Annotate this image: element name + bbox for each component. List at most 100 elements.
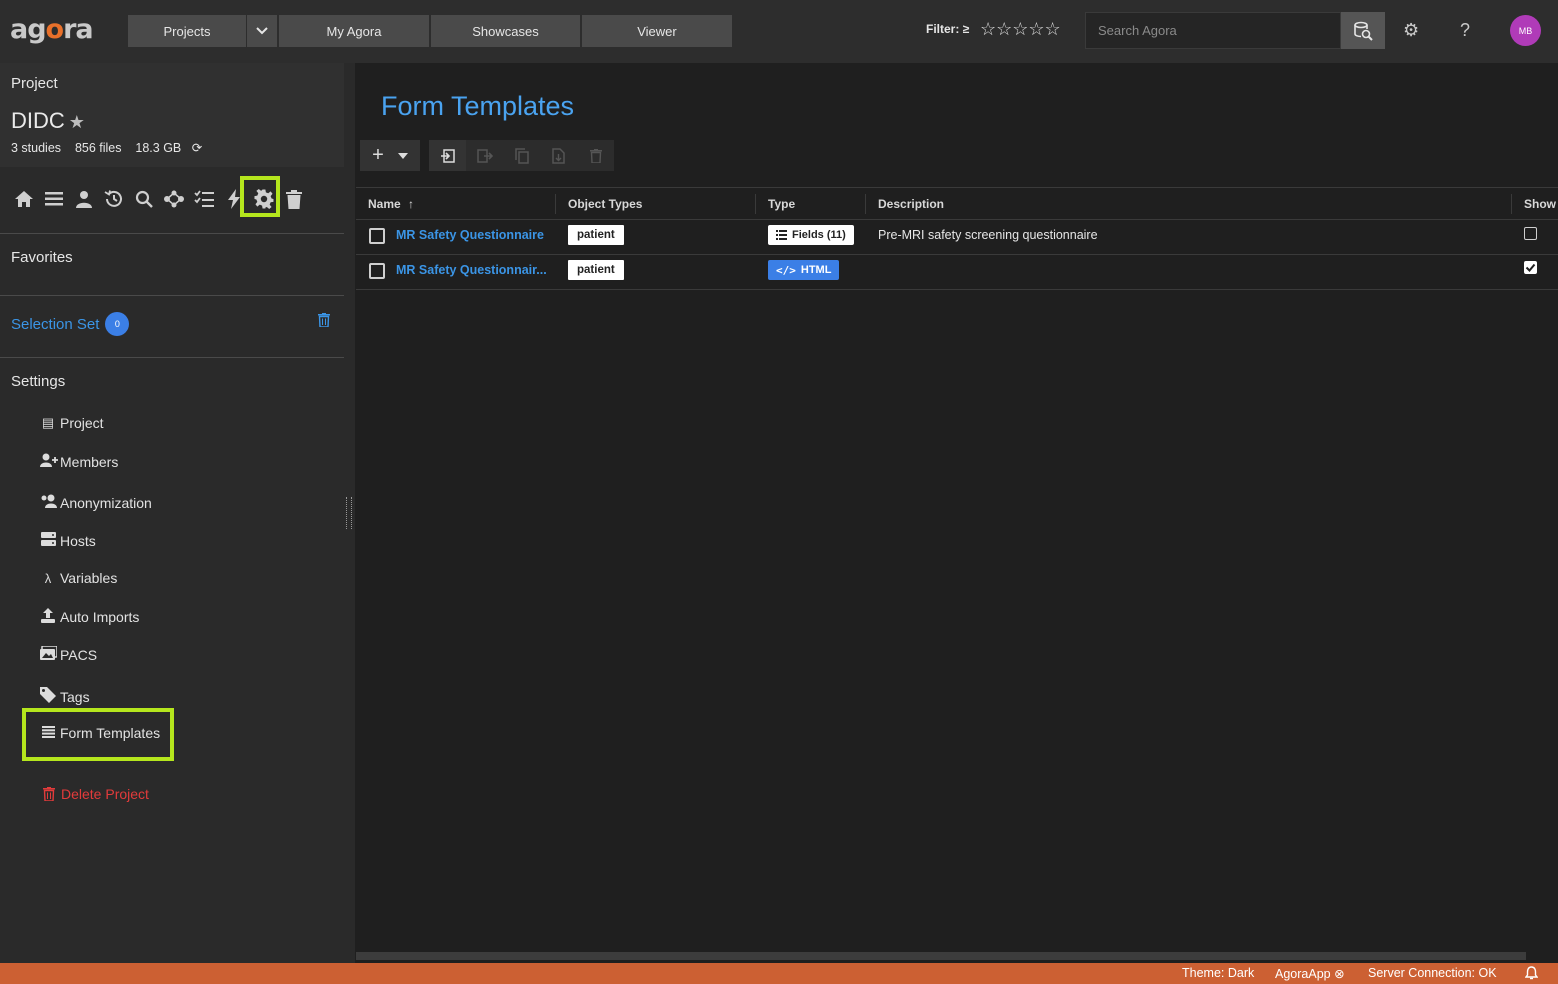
project-icon: ▤ bbox=[41, 415, 55, 430]
show-checkbox[interactable] bbox=[1524, 261, 1537, 274]
column-header-description[interactable]: Description bbox=[878, 197, 944, 211]
code-icon: </> bbox=[776, 263, 796, 277]
nav-viewer[interactable]: Viewer bbox=[582, 15, 732, 47]
history-icon[interactable] bbox=[99, 184, 129, 214]
sidebar-resize-handle[interactable] bbox=[346, 497, 352, 529]
nav-projects[interactable]: Projects bbox=[128, 15, 246, 47]
checkmark-icon bbox=[1525, 263, 1536, 272]
trash-icon bbox=[589, 148, 602, 163]
images-icon bbox=[40, 645, 58, 663]
column-separator bbox=[755, 194, 756, 214]
delete-project-button[interactable]: Delete Project bbox=[43, 786, 149, 802]
bell-icon[interactable] bbox=[1524, 966, 1539, 983]
column-separator bbox=[1511, 194, 1512, 214]
divider bbox=[0, 357, 344, 358]
search-input[interactable]: Search Agora bbox=[1085, 12, 1341, 49]
settings-item-auto-imports[interactable]: Auto Imports bbox=[40, 608, 139, 626]
user-avatar[interactable]: MB bbox=[1510, 15, 1541, 46]
selection-set-link[interactable]: Selection Set 0 bbox=[11, 312, 130, 336]
server-icon bbox=[40, 532, 56, 549]
import-button[interactable] bbox=[429, 140, 466, 171]
column-header-show[interactable]: Show bbox=[1524, 197, 1556, 211]
clear-selection-trash-icon[interactable] bbox=[318, 313, 330, 330]
favorites-heading: Favorites bbox=[11, 249, 73, 266]
form-templates-highlight bbox=[22, 708, 174, 761]
settings-item-pacs[interactable]: PACS bbox=[40, 645, 97, 663]
download-button[interactable] bbox=[540, 140, 577, 171]
column-header-type[interactable]: Type bbox=[768, 197, 795, 211]
chevron-down-icon bbox=[256, 27, 268, 35]
object-type-tag: patient bbox=[568, 225, 624, 245]
column-header-object-types[interactable]: Object Types bbox=[568, 197, 642, 211]
refresh-icon[interactable]: ⟳ bbox=[192, 141, 202, 155]
list-icon[interactable] bbox=[39, 184, 69, 214]
file-count: 856 files bbox=[74, 141, 122, 155]
settings-icon-highlight bbox=[240, 176, 280, 217]
add-user-icon bbox=[40, 453, 58, 470]
column-header-name[interactable]: Name ↑ bbox=[368, 197, 414, 211]
template-name-link[interactable]: MR Safety Questionnaire bbox=[396, 228, 544, 242]
home-icon[interactable] bbox=[9, 184, 39, 214]
horizontal-scrollbar[interactable] bbox=[356, 952, 1526, 960]
list-icon bbox=[776, 230, 787, 240]
row-select-checkbox[interactable] bbox=[369, 228, 385, 244]
duplicate-button[interactable] bbox=[503, 140, 540, 171]
trash-icon[interactable] bbox=[279, 184, 309, 214]
table-row[interactable]: MR Safety Questionnaire patient Fields (… bbox=[356, 220, 1558, 255]
add-template-button[interactable]: + bbox=[360, 140, 420, 171]
status-bar: Theme: Dark AgoraApp ⊗ Server Connection… bbox=[0, 963, 1558, 984]
object-type-tag: patient bbox=[568, 260, 624, 280]
server-connection-status: Server Connection: OK bbox=[1368, 966, 1497, 980]
column-separator bbox=[865, 194, 866, 214]
project-label: Project bbox=[11, 75, 58, 92]
tag-icon bbox=[40, 687, 56, 706]
nav-my-agora[interactable]: My Agora bbox=[279, 15, 429, 47]
help-icon[interactable]: ? bbox=[1460, 20, 1470, 41]
template-name-link[interactable]: MR Safety Questionnair... bbox=[396, 263, 547, 277]
study-count: 3 studies bbox=[11, 141, 62, 155]
type-badge-fields: Fields (11) bbox=[768, 225, 854, 245]
show-checkbox[interactable] bbox=[1524, 227, 1537, 240]
nav-showcases[interactable]: Showcases bbox=[431, 15, 580, 47]
settings-item-hosts[interactable]: Hosts bbox=[40, 532, 96, 549]
divider bbox=[0, 295, 344, 296]
export-icon bbox=[476, 148, 493, 163]
anonymize-icon bbox=[40, 494, 57, 511]
close-circle-icon[interactable]: ⊗ bbox=[1334, 967, 1344, 981]
table-header: Name ↑ Object Types Type Description Sho… bbox=[356, 187, 1558, 220]
search-icon[interactable] bbox=[129, 184, 159, 214]
theme-toggle[interactable]: Theme: Dark bbox=[1182, 966, 1254, 980]
page-title: Form Templates bbox=[381, 91, 575, 121]
tasks-icon[interactable] bbox=[189, 184, 219, 214]
projects-dropdown-button[interactable] bbox=[247, 15, 277, 47]
project-header: Project DIDC ★ 3 studies 856 files 18.3 G… bbox=[0, 63, 344, 167]
settings-item-project[interactable]: ▤ Project bbox=[40, 415, 104, 431]
delete-template-button[interactable] bbox=[577, 140, 614, 171]
network-icon[interactable] bbox=[159, 184, 189, 214]
column-separator bbox=[555, 194, 556, 214]
agora-logo[interactable]: agora bbox=[10, 14, 94, 45]
divider bbox=[0, 233, 344, 234]
app-status[interactable]: AgoraApp ⊗ bbox=[1275, 966, 1345, 981]
settings-item-anonymization[interactable]: Anonymization bbox=[40, 494, 152, 511]
settings-heading: Settings bbox=[11, 373, 66, 390]
favorite-star-icon[interactable]: ★ bbox=[69, 112, 85, 132]
table-row[interactable]: MR Safety Questionnair... patient </> HT… bbox=[356, 255, 1558, 290]
selection-count-badge: 0 bbox=[105, 312, 130, 336]
copy-icon bbox=[514, 147, 529, 164]
row-select-checkbox[interactable] bbox=[369, 263, 385, 279]
search-button[interactable] bbox=[1341, 12, 1385, 49]
type-badge-html: </> HTML bbox=[768, 260, 840, 280]
project-stats: 3 studies 856 files 18.3 GB ⟳ bbox=[11, 140, 202, 155]
user-icon[interactable] bbox=[69, 184, 99, 214]
lambda-icon: λ bbox=[44, 570, 52, 586]
database-search-icon bbox=[1354, 21, 1373, 41]
settings-item-variables[interactable]: λ Variables bbox=[40, 570, 118, 586]
export-button[interactable] bbox=[466, 140, 503, 171]
settings-item-members[interactable]: Members bbox=[40, 453, 118, 470]
caret-down-icon bbox=[397, 152, 408, 159]
settings-item-tags[interactable]: Tags bbox=[40, 687, 90, 706]
settings-gear-icon[interactable]: ⚙ bbox=[1403, 20, 1419, 41]
main-content: Form Templates + Name ↑ Object Types Typ… bbox=[356, 63, 1558, 963]
rating-filter-stars[interactable]: ☆☆☆☆☆ bbox=[980, 19, 1061, 40]
